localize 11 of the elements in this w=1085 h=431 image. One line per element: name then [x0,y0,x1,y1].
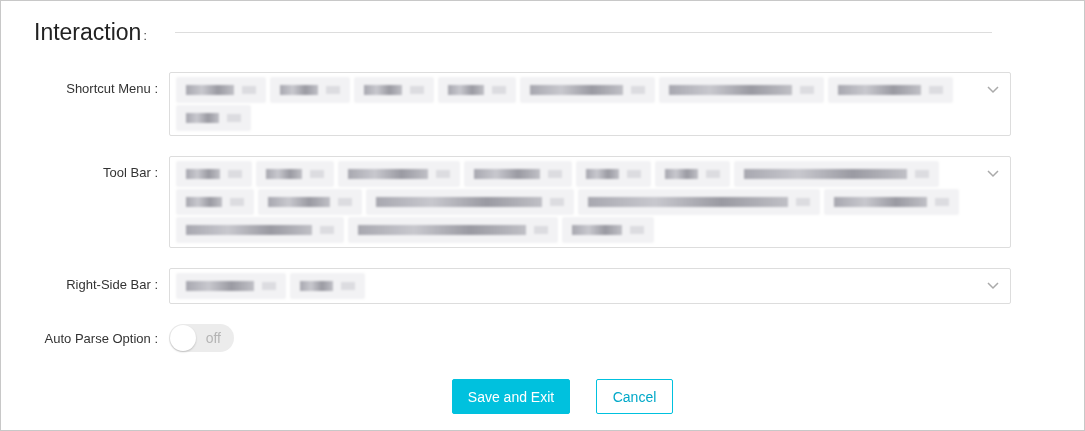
field-label: Right-Side Bar : [65,276,158,292]
cancel-button[interactable]: Cancel [596,379,673,414]
multi-select-field[interactable] [169,72,1011,136]
field-label: Shortcut Menu : [65,80,158,96]
field-label: Auto Parse Option : [43,330,158,346]
multi-select-field[interactable] [169,156,1011,248]
field-label: Tool Bar : [102,164,158,180]
section-title: Interaction [34,18,142,46]
save-button[interactable]: Save and Exit [452,379,570,414]
multi-select-field[interactable] [169,268,1011,304]
title-colon: : [143,29,147,43]
